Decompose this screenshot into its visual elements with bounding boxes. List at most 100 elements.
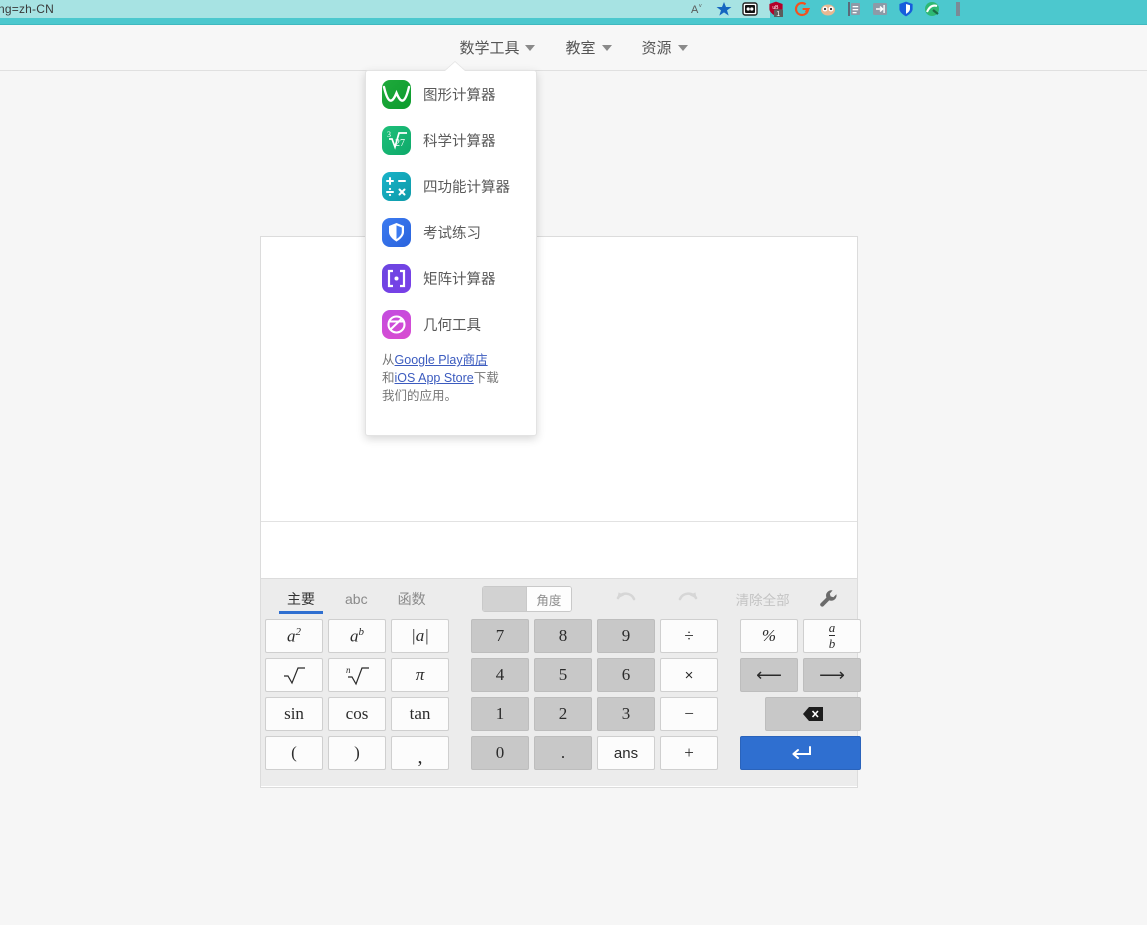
key-9[interactable]: 9 [597,619,655,653]
wrench-icon[interactable] [817,587,841,611]
key-close-paren[interactable]: ) [328,736,386,770]
menu-item-exam-practice[interactable]: 考试练习 [366,209,536,255]
nav-item-classroom[interactable]: 教室 [563,33,613,62]
key-minus-label: − [684,704,694,723]
svg-text:n: n [346,665,351,675]
key-2[interactable]: 2 [534,697,592,731]
key-cos[interactable]: cos [328,697,386,731]
chevron-down-icon [677,44,688,51]
key-5[interactable]: 5 [534,658,592,692]
svg-text:27: 27 [395,138,405,149]
tab-abc[interactable]: abc [341,579,372,619]
key-abs[interactable]: |a| [391,619,449,653]
angle-unit-toggle[interactable]: 角度 [481,586,572,612]
ios-app-store-link[interactable]: iOS App Store [395,371,474,385]
google-play-link[interactable]: Google Play [395,353,463,367]
angle-toggle-radians-half[interactable] [482,587,528,611]
nav-item-math-tools[interactable]: 数学工具 [457,33,537,62]
key-2-label: 2 [558,704,568,723]
key-7-label: 7 [495,626,505,645]
menu-item-four-function-calculator-label: 四功能计算器 [423,179,510,196]
play-store-link[interactable]: 商店 [463,353,488,367]
key-1-label: 1 [495,704,505,723]
undo-arrow-icon[interactable] [614,587,638,611]
key-divide[interactable]: ÷ [660,619,718,653]
calculator-entry-row[interactable] [261,522,857,579]
edit-key-grid: % ab ⟵ ⟶ [740,619,861,770]
key-4-label: 4 [495,665,505,684]
calculator-keypad: 主要 abc 函数 角度 清除全部 a2 ab |a| n π sin cos … [261,579,861,786]
key-pi[interactable]: π [391,658,449,692]
extension-dice-icon[interactable] [742,1,758,17]
extension-clipboard-icon[interactable] [846,1,862,17]
browser-extension-icons: Aᵛ uB 1 [690,0,966,18]
menu-item-graphing-calculator-label: 图形计算器 [423,87,496,104]
menu-item-geometry-tool[interactable]: 几何工具 [366,301,536,347]
menu-item-four-function-calculator[interactable]: 四功能计算器 [366,163,536,209]
key-4[interactable]: 4 [471,658,529,692]
menu-item-matrix-calculator[interactable]: 矩阵计算器 [366,255,536,301]
nav-item-resources[interactable]: 资源 [640,33,690,62]
key-multiply[interactable]: × [660,658,718,692]
extension-more-icon[interactable] [950,1,966,17]
key-comma[interactable]: , [391,736,449,770]
svg-text:3: 3 [387,130,391,139]
angle-toggle-degrees-half[interactable]: 角度 [527,587,571,611]
tab-functions-label: 函数 [397,591,426,607]
key-fraction[interactable]: ab [803,619,861,653]
key-percent[interactable]: % [740,619,798,653]
key-power[interactable]: ab [328,619,386,653]
key-minus[interactable]: − [660,697,718,731]
function-key-grid: a2 ab |a| n π sin cos tan ( ) , [265,619,449,770]
key-sqrt[interactable] [265,658,323,692]
key-decimal[interactable]: . [534,736,592,770]
svg-text:1: 1 [776,11,780,17]
site-navigation: 数学工具 教室 资源 [0,25,1147,71]
key-6[interactable]: 6 [597,658,655,692]
nav-item-classroom-label: 教室 [565,40,596,57]
svg-text:A: A [691,4,699,16]
font-size-icon[interactable]: Aᵛ [690,1,706,17]
dropdown-footer-text: 从Google Play商店和iOS App Store下载我们的应用。 [366,347,514,405]
key-enter[interactable] [740,736,861,770]
key-arrow-right[interactable]: ⟶ [803,658,861,692]
menu-item-scientific-calculator[interactable]: 3 27 科学计算器 [366,117,536,163]
extension-ghostery-icon[interactable] [794,1,811,17]
tab-primary[interactable]: 主要 [279,579,323,619]
menu-item-exam-practice-label: 考试练习 [423,225,481,242]
extension-shield-icon[interactable]: uB 1 [768,1,784,18]
key-plus[interactable]: + [660,736,718,770]
key-arrow-left[interactable]: ⟵ [740,658,798,692]
tab-functions[interactable]: 函数 [394,579,430,619]
key-1[interactable]: 1 [471,697,529,731]
menu-item-graphing-calculator[interactable]: 图形计算器 [366,71,536,117]
keypad-toolbar: 主要 abc 函数 角度 清除全部 [261,579,857,619]
clear-all-button[interactable]: 清除全部 [736,589,790,609]
address-bar[interactable]: ng=zh-CN [0,0,770,18]
favorites-star-icon[interactable] [716,1,732,17]
number-key-grid: 7 8 9 ÷ 4 5 6 × 1 2 3 − 0 . ans + [471,619,718,770]
key-tan[interactable]: tan [391,697,449,731]
key-8[interactable]: 8 [534,619,592,653]
key-sin[interactable]: sin [265,697,323,731]
key-open-paren[interactable]: ( [265,736,323,770]
graphing-calculator-icon [382,79,411,109]
scientific-calculator-icon: 3 27 [382,125,411,155]
key-nth-root[interactable]: n [328,658,386,692]
redo-arrow-icon[interactable] [676,587,700,611]
key-7[interactable]: 7 [471,619,529,653]
extension-bitwarden-icon[interactable] [898,1,914,17]
key-3[interactable]: 3 [597,697,655,731]
footer-prefix: 从 [382,353,395,367]
menu-item-scientific-calculator-label: 科学计算器 [423,133,496,150]
extension-grammar-icon[interactable] [924,1,940,17]
extension-privacy-badger-icon[interactable] [820,1,836,17]
key-ans[interactable]: ans [597,736,655,770]
nav-item-math-tools-label: 数学工具 [459,40,520,57]
calculator-display-area[interactable] [261,237,857,522]
extension-export-icon[interactable] [872,1,888,17]
key-0[interactable]: 0 [471,736,529,770]
key-square[interactable]: a2 [265,619,323,653]
key-backspace[interactable] [765,697,861,731]
geometry-tool-icon [382,309,411,339]
